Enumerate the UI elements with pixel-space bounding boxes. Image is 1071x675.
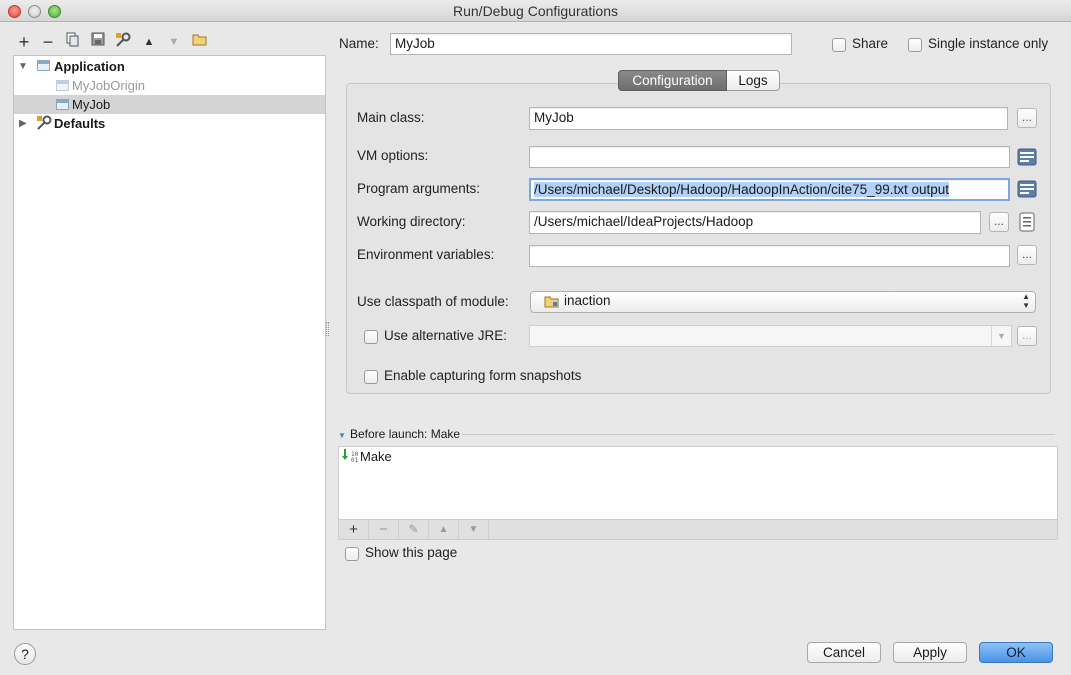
expand-editor-icon[interactable] xyxy=(1017,179,1037,199)
remove-icon[interactable]: − xyxy=(38,32,58,52)
dropdown-arrow-icon[interactable]: ▼ xyxy=(991,326,1011,346)
configuration-icon xyxy=(56,99,69,110)
window-title: Run/Debug Configurations xyxy=(453,3,618,19)
edit-defaults-icon[interactable] xyxy=(113,32,133,52)
stepper-arrows-icon: ▲ ▼ xyxy=(1022,292,1030,310)
collapse-triangle-icon[interactable]: ▼ xyxy=(338,431,346,440)
insert-macro-icon[interactable] xyxy=(1017,212,1037,232)
move-task-up-icon[interactable]: ▲ xyxy=(429,520,459,539)
application-icon xyxy=(37,60,50,71)
tree-label-application: Application xyxy=(54,59,125,74)
name-input[interactable]: MyJob xyxy=(390,33,792,55)
tree-node-defaults[interactable]: ▶ Defaults xyxy=(14,114,325,133)
svg-text:01: 01 xyxy=(351,457,359,464)
expand-editor-icon[interactable] xyxy=(1017,147,1037,167)
tree-label-defaults: Defaults xyxy=(54,116,106,131)
form-snapshots-label: Enable capturing form snapshots xyxy=(384,368,582,383)
program-arguments-label: Program arguments: xyxy=(357,181,481,196)
move-up-icon[interactable]: ▲ xyxy=(139,32,159,52)
tree-node-application[interactable]: ▼ Application xyxy=(14,57,325,76)
alternative-jre-label: Use alternative JRE: xyxy=(384,328,508,343)
alternative-jre-checkbox[interactable] xyxy=(364,330,378,344)
single-instance-checkbox[interactable] xyxy=(908,38,922,52)
expand-arrow-icon[interactable]: ▼ xyxy=(18,57,28,76)
environment-variables-label: Environment variables: xyxy=(357,247,495,262)
alternative-jre-combo[interactable]: ▼ xyxy=(529,325,1012,347)
apply-button[interactable]: Apply xyxy=(893,642,967,663)
environment-variables-browse-button[interactable]: ... xyxy=(1017,245,1037,265)
copy-icon[interactable] xyxy=(63,32,83,52)
show-this-page-label: Show this page xyxy=(365,545,458,560)
tree-item-myjoborigin[interactable]: MyJobOrigin xyxy=(14,76,325,95)
before-launch-toolbar: + − ✎ ▲ ▼ xyxy=(338,520,1058,540)
move-task-down-icon[interactable]: ▼ xyxy=(459,520,489,539)
configuration-icon xyxy=(56,80,69,91)
tab-configuration[interactable]: Configuration xyxy=(618,70,727,91)
classpath-module-label: Use classpath of module: xyxy=(357,294,509,309)
tree-item-label: MyJobOrigin xyxy=(72,78,145,93)
program-arguments-value: /Users/michael/Desktop/Hadoop/HadoopInAc… xyxy=(534,182,949,197)
main-class-browse-button[interactable]: ... xyxy=(1017,108,1037,128)
remove-task-icon[interactable]: − xyxy=(369,520,399,539)
name-label: Name: xyxy=(339,36,379,51)
classpath-module-select[interactable]: inaction ▲ ▼ xyxy=(530,291,1036,313)
add-icon[interactable]: + xyxy=(14,32,34,52)
alternative-jre-browse-button[interactable]: ... xyxy=(1017,326,1037,346)
folder-icon[interactable] xyxy=(189,32,209,52)
defaults-icon xyxy=(36,115,52,136)
before-launch-item[interactable]: Make xyxy=(360,449,392,464)
main-class-input[interactable]: MyJob xyxy=(529,107,1008,130)
make-icon: 10 01 xyxy=(341,448,359,464)
share-checkbox[interactable] xyxy=(832,38,846,52)
close-window-button[interactable] xyxy=(8,5,21,18)
tab-logs[interactable]: Logs xyxy=(727,70,780,91)
splitter-handle[interactable] xyxy=(326,322,329,336)
module-folder-icon xyxy=(544,295,559,311)
vm-options-label: VM options: xyxy=(357,148,429,163)
ok-button[interactable]: OK xyxy=(979,642,1053,663)
before-launch-title: Before launch: Make xyxy=(350,427,461,441)
working-directory-browse-button[interactable]: ... xyxy=(989,212,1009,232)
title-bar: Run/Debug Configurations xyxy=(0,0,1071,22)
program-arguments-input[interactable]: /Users/michael/Desktop/Hadoop/HadoopInAc… xyxy=(529,178,1010,201)
tree-item-myjob[interactable]: MyJob xyxy=(14,95,325,114)
show-this-page-checkbox[interactable] xyxy=(345,547,359,561)
minimize-window-button[interactable] xyxy=(28,5,41,18)
before-launch-list[interactable]: 10 01 Make xyxy=(338,446,1058,520)
zoom-window-button[interactable] xyxy=(48,5,61,18)
vm-options-input[interactable] xyxy=(529,146,1010,168)
save-icon[interactable] xyxy=(88,32,108,52)
main-class-label: Main class: xyxy=(357,110,425,125)
environment-variables-input[interactable] xyxy=(529,245,1010,267)
share-label: Share xyxy=(852,36,889,51)
collapse-arrow-icon[interactable]: ▶ xyxy=(19,114,27,133)
edit-task-icon[interactable]: ✎ xyxy=(399,520,429,539)
tree-item-label: MyJob xyxy=(72,97,111,112)
configurations-tree[interactable]: ▼ Application MyJobOrigin MyJob ▶ Defaul… xyxy=(13,55,326,630)
move-down-icon[interactable]: ▼ xyxy=(164,32,184,52)
single-instance-label: Single instance only xyxy=(928,36,1049,51)
help-button[interactable]: ? xyxy=(14,643,36,665)
cancel-button[interactable]: Cancel xyxy=(807,642,881,663)
divider xyxy=(462,434,1055,435)
working-directory-label: Working directory: xyxy=(357,214,466,229)
add-task-icon[interactable]: + xyxy=(339,520,369,539)
form-snapshots-checkbox[interactable] xyxy=(364,370,378,384)
classpath-module-value: inaction xyxy=(564,293,611,308)
working-directory-input[interactable]: /Users/michael/IdeaProjects/Hadoop xyxy=(529,211,981,234)
